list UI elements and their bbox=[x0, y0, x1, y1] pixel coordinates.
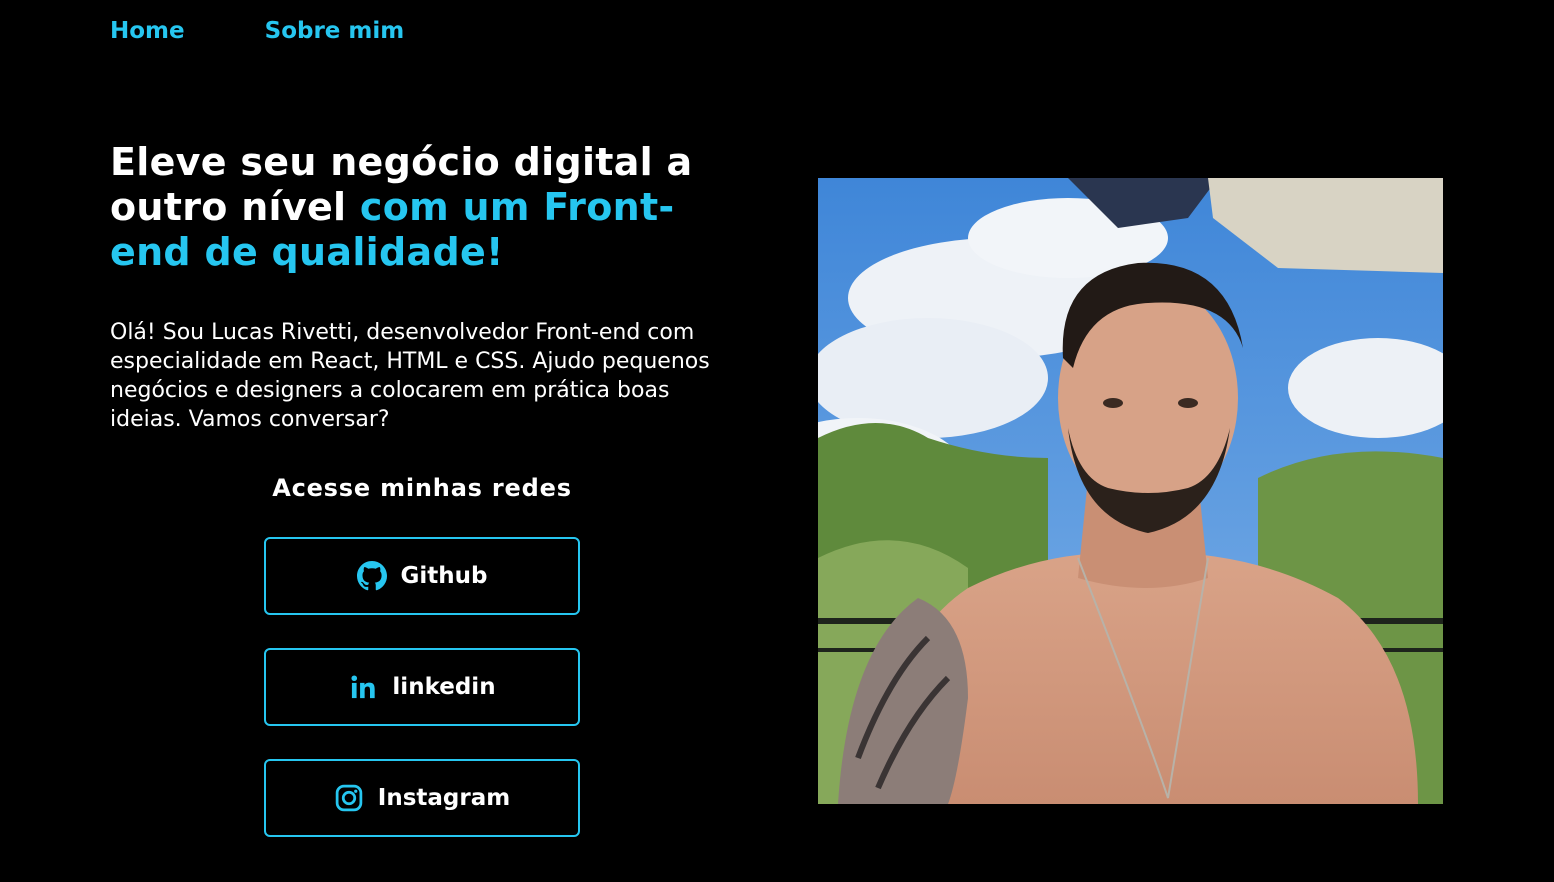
hero-headline: Eleve seu negócio digital a outro nível … bbox=[110, 140, 750, 275]
hero-intro-text: Olá! Sou Lucas Rivetti, desenvolvedor Fr… bbox=[110, 320, 710, 432]
instagram-label: Instagram bbox=[377, 785, 511, 811]
linkedin-button[interactable]: linkedin bbox=[264, 648, 580, 726]
profile-photo bbox=[818, 178, 1443, 804]
social-section-title: Acesse minhas redes bbox=[272, 474, 572, 502]
linkedin-label: linkedin bbox=[392, 674, 496, 700]
instagram-button[interactable]: Instagram bbox=[264, 759, 580, 837]
github-icon bbox=[356, 561, 387, 591]
github-button[interactable]: Github bbox=[264, 537, 580, 615]
instagram-icon bbox=[334, 783, 364, 813]
linkedin-icon bbox=[348, 672, 378, 702]
nav-home-link[interactable]: Home bbox=[110, 18, 185, 44]
nav-about-link[interactable]: Sobre mim bbox=[265, 18, 405, 44]
github-label: Github bbox=[400, 563, 488, 589]
top-nav: Home Sobre mim bbox=[110, 18, 404, 44]
